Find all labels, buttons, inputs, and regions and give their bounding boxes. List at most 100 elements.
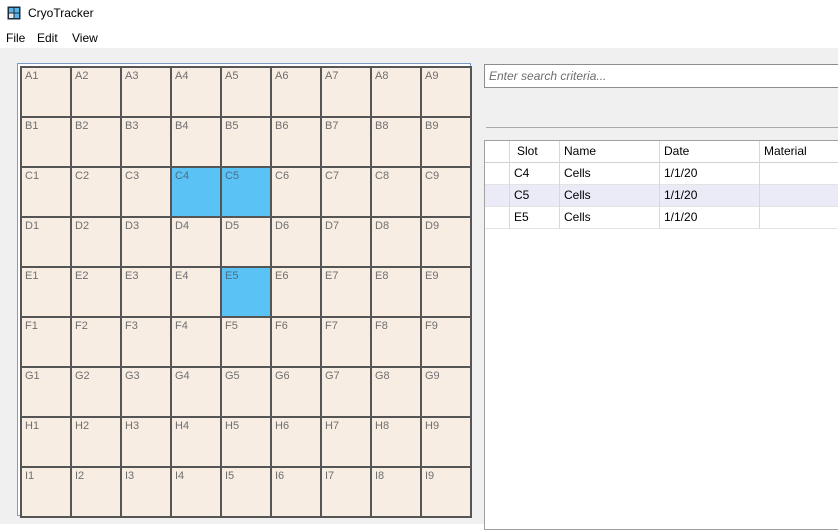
grid-cell-g1[interactable]: G1	[22, 368, 72, 418]
grid-cell-g4[interactable]: G4	[172, 368, 222, 418]
grid-cell-b8[interactable]: B8	[372, 118, 422, 168]
grid-cell-d5[interactable]: D5	[222, 218, 272, 268]
grid-cell-e7[interactable]: E7	[322, 268, 372, 318]
grid-cell-g7[interactable]: G7	[322, 368, 372, 418]
grid-cell-c5[interactable]: C5	[222, 168, 272, 218]
grid-cell-h8[interactable]: H8	[372, 418, 422, 468]
grid-cell-f5[interactable]: F5	[222, 318, 272, 368]
grid-cell-e4[interactable]: E4	[172, 268, 222, 318]
grid-cell-f6[interactable]: F6	[272, 318, 322, 368]
grid-cell-d1[interactable]: D1	[22, 218, 72, 268]
menu-file[interactable]: File	[6, 31, 25, 45]
row-header[interactable]	[485, 185, 510, 207]
grid-cell-i3[interactable]: I3	[122, 468, 172, 518]
grid-cell-f8[interactable]: F8	[372, 318, 422, 368]
grid-cell-a4[interactable]: A4	[172, 68, 222, 118]
grid-cell-c2[interactable]: C2	[72, 168, 122, 218]
grid-cell-a8[interactable]: A8	[372, 68, 422, 118]
grid-cell-g6[interactable]: G6	[272, 368, 322, 418]
grid-cell-f7[interactable]: F7	[322, 318, 372, 368]
grid-cell-h3[interactable]: H3	[122, 418, 172, 468]
grid-cell-i4[interactable]: I4	[172, 468, 222, 518]
grid-cell-d9[interactable]: D9	[422, 218, 472, 268]
grid-cell-h5[interactable]: H5	[222, 418, 272, 468]
grid-cell-f2[interactable]: F2	[72, 318, 122, 368]
grid-cell-e8[interactable]: E8	[372, 268, 422, 318]
grid-cell-i5[interactable]: I5	[222, 468, 272, 518]
grid-cell-b5[interactable]: B5	[222, 118, 272, 168]
grid-cell-i8[interactable]: I8	[372, 468, 422, 518]
grid-cell-label: I4	[175, 470, 185, 482]
column-header-date[interactable]: Date	[660, 141, 760, 163]
grid-cell-i7[interactable]: I7	[322, 468, 372, 518]
grid-cell-e2[interactable]: E2	[72, 268, 122, 318]
grid-cell-e5[interactable]: E5	[222, 268, 272, 318]
grid-cell-e6[interactable]: E6	[272, 268, 322, 318]
grid-cell-c7[interactable]: C7	[322, 168, 372, 218]
grid-cell-a6[interactable]: A6	[272, 68, 322, 118]
column-header-material[interactable]: Material	[760, 141, 838, 163]
grid-cell-b4[interactable]: B4	[172, 118, 222, 168]
grid-cell-d8[interactable]: D8	[372, 218, 422, 268]
grid-cell-b6[interactable]: B6	[272, 118, 322, 168]
grid-cell-d3[interactable]: D3	[122, 218, 172, 268]
grid-cell-h2[interactable]: H2	[72, 418, 122, 468]
grid-cell-e9[interactable]: E9	[422, 268, 472, 318]
grid-cell-i1[interactable]: I1	[22, 468, 72, 518]
search-input[interactable]: Enter search criteria...	[484, 64, 838, 88]
table-row[interactable]: E5 Cells 1/1/20	[485, 207, 838, 229]
table-row[interactable]: C5 Cells 1/1/20	[485, 185, 838, 207]
grid-cell-label: G2	[75, 370, 90, 382]
column-header-name[interactable]: Name	[560, 141, 660, 163]
grid-cell-i9[interactable]: I9	[422, 468, 472, 518]
row-header[interactable]	[485, 207, 510, 229]
menu-edit[interactable]: Edit	[37, 31, 58, 45]
grid-cell-f4[interactable]: F4	[172, 318, 222, 368]
grid-cell-h7[interactable]: H7	[322, 418, 372, 468]
grid-cell-f3[interactable]: F3	[122, 318, 172, 368]
grid-cell-b3[interactable]: B3	[122, 118, 172, 168]
grid-cell-c3[interactable]: C3	[122, 168, 172, 218]
grid-cell-c4[interactable]: C4	[172, 168, 222, 218]
table-row[interactable]: C4 Cells 1/1/20	[485, 163, 838, 185]
grid-cell-a2[interactable]: A2	[72, 68, 122, 118]
row-header[interactable]	[485, 163, 510, 185]
grid-cell-d4[interactable]: D4	[172, 218, 222, 268]
menu-view[interactable]: View	[72, 31, 98, 45]
grid-cell-c6[interactable]: C6	[272, 168, 322, 218]
grid-cell-c9[interactable]: C9	[422, 168, 472, 218]
grid-cell-a7[interactable]: A7	[322, 68, 372, 118]
results-table[interactable]: Slot Name Date Material C4 Cells 1/1/20 C5 Cells…	[484, 140, 838, 530]
grid-cell-h1[interactable]: H1	[22, 418, 72, 468]
grid-cell-i2[interactable]: I2	[72, 468, 122, 518]
grid-cell-b1[interactable]: B1	[22, 118, 72, 168]
grid-cell-g9[interactable]: G9	[422, 368, 472, 418]
grid-cell-h9[interactable]: H9	[422, 418, 472, 468]
grid-cell-c8[interactable]: C8	[372, 168, 422, 218]
grid-cell-b2[interactable]: B2	[72, 118, 122, 168]
grid-cell-d7[interactable]: D7	[322, 218, 372, 268]
grid-cell-c1[interactable]: C1	[22, 168, 72, 218]
grid-cell-g8[interactable]: G8	[372, 368, 422, 418]
grid-cell-a1[interactable]: A1	[22, 68, 72, 118]
grid-cell-label: B4	[175, 120, 189, 132]
grid-cell-g2[interactable]: G2	[72, 368, 122, 418]
grid-cell-h4[interactable]: H4	[172, 418, 222, 468]
grid-cell-g3[interactable]: G3	[122, 368, 172, 418]
grid-cell-f1[interactable]: F1	[22, 318, 72, 368]
grid-cell-b9[interactable]: B9	[422, 118, 472, 168]
grid-cell-a3[interactable]: A3	[122, 68, 172, 118]
grid-cell-e1[interactable]: E1	[22, 268, 72, 318]
grid-cell-a5[interactable]: A5	[222, 68, 272, 118]
grid-cell-a9[interactable]: A9	[422, 68, 472, 118]
grid-cell-label: I1	[25, 470, 35, 482]
grid-cell-e3[interactable]: E3	[122, 268, 172, 318]
grid-cell-h6[interactable]: H6	[272, 418, 322, 468]
grid-cell-i6[interactable]: I6	[272, 468, 322, 518]
grid-cell-g5[interactable]: G5	[222, 368, 272, 418]
grid-cell-d6[interactable]: D6	[272, 218, 322, 268]
grid-cell-f9[interactable]: F9	[422, 318, 472, 368]
column-header-slot[interactable]: Slot	[510, 141, 560, 163]
grid-cell-d2[interactable]: D2	[72, 218, 122, 268]
grid-cell-b7[interactable]: B7	[322, 118, 372, 168]
